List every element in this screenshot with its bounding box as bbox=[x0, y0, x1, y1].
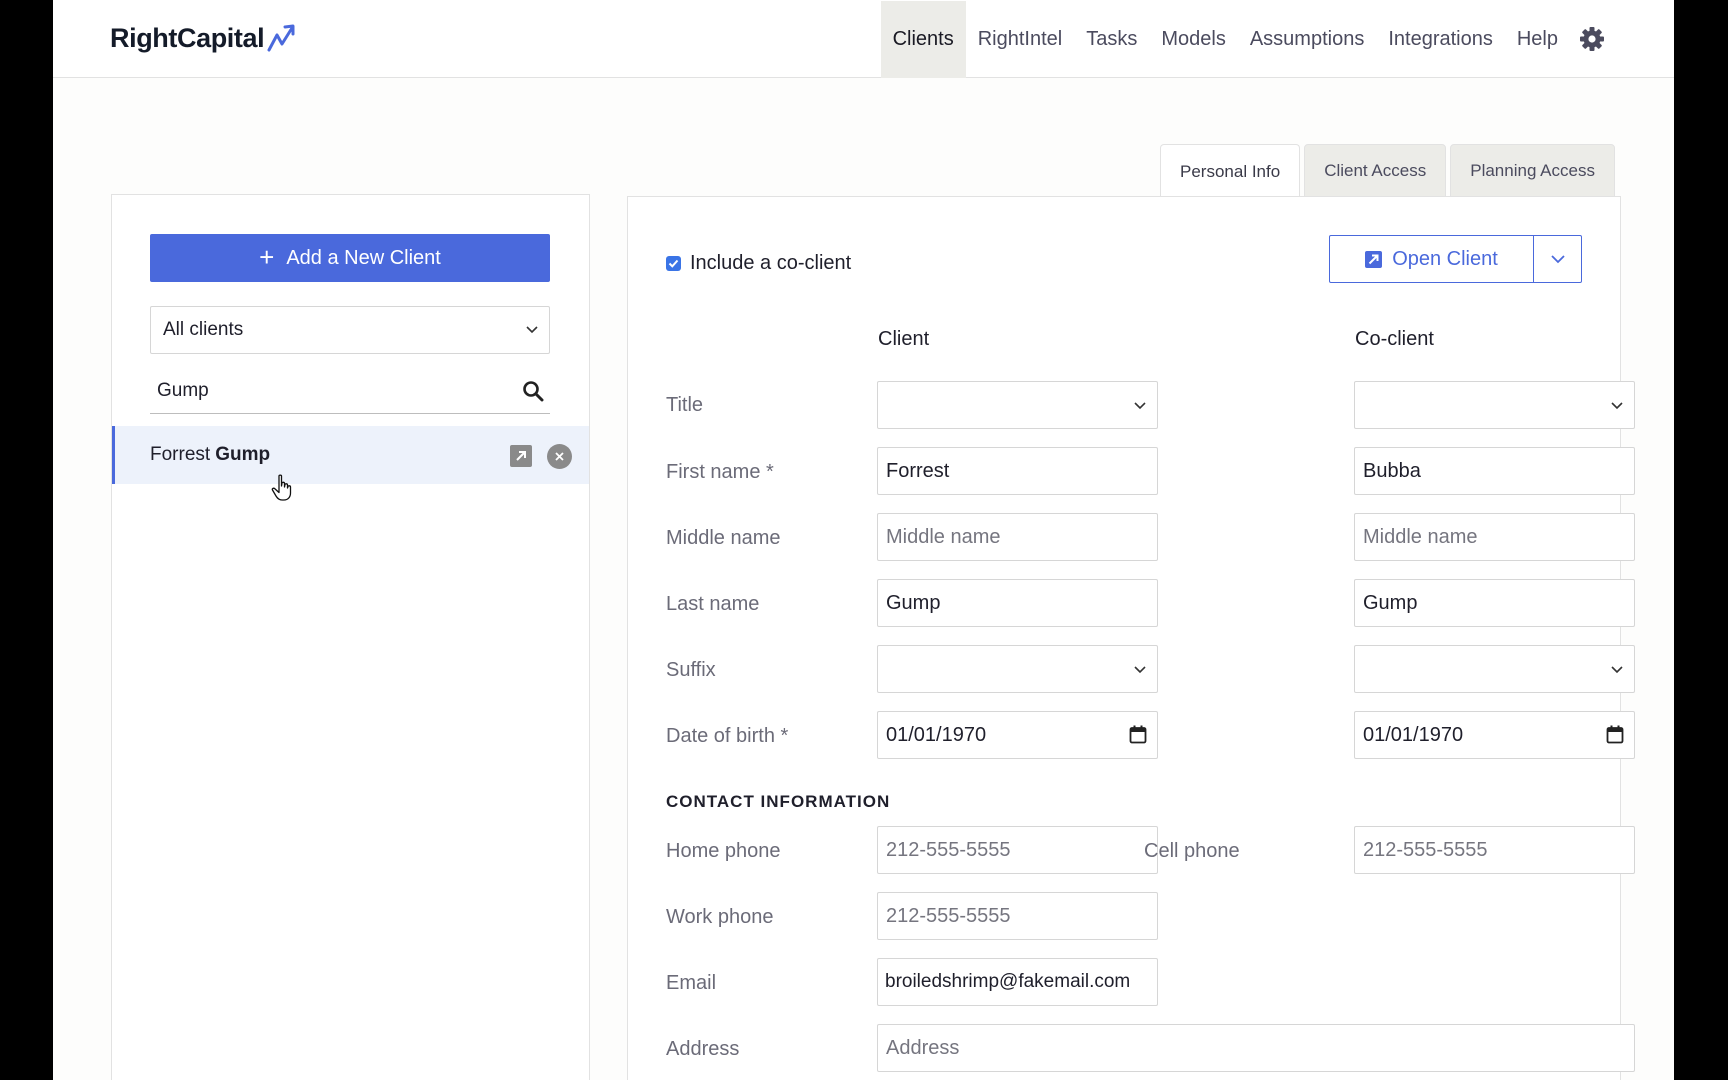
include-coclient-label: Include a co-client bbox=[690, 252, 852, 274]
client-filter-select[interactable]: All clients bbox=[150, 306, 550, 354]
client-search-input[interactable] bbox=[157, 379, 497, 402]
coclient-last-name-input[interactable]: Gump bbox=[1354, 579, 1635, 627]
client-first-name: Forrest bbox=[150, 444, 211, 465]
add-new-client-button[interactable]: + Add a New Client bbox=[150, 234, 550, 282]
cell-phone-label: Cell phone bbox=[1144, 840, 1240, 862]
hand-cursor-icon bbox=[271, 474, 292, 501]
calendar-icon[interactable] bbox=[1606, 725, 1624, 744]
gear-icon[interactable] bbox=[1572, 1, 1612, 78]
nav-assumptions[interactable]: Assumptions bbox=[1238, 1, 1377, 78]
open-client-button[interactable]: Open Client bbox=[1330, 236, 1534, 282]
top-header: RightCapital Clients RightIntel Tasks Mo… bbox=[53, 0, 1674, 78]
nav-models[interactable]: Models bbox=[1149, 1, 1237, 78]
personal-info-form: Include a co-client Open Client Client C… bbox=[627, 196, 1635, 1080]
last-name-label: Last name bbox=[666, 593, 760, 615]
contact-section-title: CONTACT INFORMATION bbox=[666, 792, 891, 811]
nav-integrations[interactable]: Integrations bbox=[1376, 1, 1505, 78]
email-label: Email bbox=[666, 972, 717, 994]
client-search bbox=[150, 368, 550, 414]
work-phone-label: Work phone bbox=[666, 906, 774, 928]
address-label: Address bbox=[666, 1038, 740, 1060]
client-dob-input[interactable]: 01/01/1970 bbox=[877, 711, 1158, 759]
open-client-split-button: Open Client bbox=[1329, 235, 1582, 283]
remove-client-icon[interactable] bbox=[547, 444, 572, 469]
client-filter-value: All clients bbox=[163, 319, 244, 340]
client-list-panel: + Add a New Client All clients Forrest G… bbox=[111, 194, 590, 1080]
search-icon[interactable] bbox=[522, 380, 544, 402]
client-last-name: Gump bbox=[215, 444, 271, 465]
coclient-first-name-input[interactable]: Bubba bbox=[1354, 447, 1635, 495]
open-client-dropdown[interactable] bbox=[1534, 236, 1581, 282]
client-first-name-input[interactable]: Forrest bbox=[877, 447, 1158, 495]
client-title-select[interactable] bbox=[877, 381, 1158, 429]
work-phone-input[interactable]: 212-555-5555 bbox=[877, 892, 1158, 940]
cell-phone-input[interactable]: 212-555-5555 bbox=[1354, 826, 1635, 874]
client-tabs: Personal Info Client Access Planning Acc… bbox=[1160, 144, 1615, 199]
suffix-label: Suffix bbox=[666, 659, 716, 681]
coclient-dob-value: 01/01/1970 bbox=[1363, 723, 1464, 746]
calendar-icon[interactable] bbox=[1129, 725, 1147, 744]
logo-arrow-icon bbox=[267, 24, 295, 52]
app-logo[interactable]: RightCapital bbox=[110, 18, 298, 58]
app-window: RightCapital Clients RightIntel Tasks Mo… bbox=[53, 0, 1674, 1080]
client-suffix-select[interactable] bbox=[877, 645, 1158, 693]
logo-text: RightCapital bbox=[110, 22, 265, 53]
chevron-down-icon bbox=[1134, 666, 1146, 674]
client-last-name-input[interactable]: Gump bbox=[877, 579, 1158, 627]
plus-icon: + bbox=[259, 242, 275, 272]
email-field[interactable]: broiledshrimp@fakemail.com bbox=[877, 958, 1158, 1006]
title-label: Title bbox=[666, 394, 704, 416]
nav-clients[interactable]: Clients bbox=[880, 0, 966, 78]
add-new-client-label: Add a New Client bbox=[286, 246, 441, 269]
chevron-down-icon bbox=[1134, 402, 1146, 410]
nav-help[interactable]: Help bbox=[1505, 1, 1570, 78]
open-external-icon[interactable] bbox=[510, 445, 532, 467]
include-coclient-checkbox[interactable]: Include a co-client bbox=[666, 252, 851, 275]
nav-rightintel[interactable]: RightIntel bbox=[966, 1, 1075, 78]
coclient-dob-input[interactable]: 01/01/1970 bbox=[1354, 711, 1635, 759]
home-phone-input[interactable]: 212-555-5555 bbox=[877, 826, 1158, 874]
tab-personal-info[interactable]: Personal Info bbox=[1160, 144, 1301, 199]
chevron-down-icon bbox=[1611, 666, 1623, 674]
client-list-item[interactable]: Forrest Gump bbox=[112, 426, 589, 484]
coclient-column-header: Co-client bbox=[1355, 328, 1434, 350]
home-phone-label: Home phone bbox=[666, 840, 781, 862]
chevron-down-icon bbox=[1550, 255, 1565, 264]
client-middle-name-input[interactable]: Middle name bbox=[877, 513, 1158, 561]
client-column-header: Client bbox=[878, 328, 930, 350]
tab-client-access[interactable]: Client Access bbox=[1304, 144, 1447, 198]
coclient-suffix-select[interactable] bbox=[1354, 645, 1635, 693]
checkbox-checked-icon[interactable] bbox=[666, 256, 681, 271]
client-dob-value: 01/01/1970 bbox=[886, 723, 987, 746]
main-nav: Clients RightIntel Tasks Models Assumpti… bbox=[880, 0, 1674, 78]
chevron-down-icon bbox=[1611, 402, 1623, 410]
tab-planning-access[interactable]: Planning Access bbox=[1450, 144, 1615, 198]
open-client-label: Open Client bbox=[1392, 247, 1498, 270]
nav-tasks[interactable]: Tasks bbox=[1074, 1, 1149, 78]
chevron-down-icon bbox=[526, 326, 538, 334]
first-name-label: First name * bbox=[666, 461, 774, 483]
coclient-middle-name-input[interactable]: Middle name bbox=[1354, 513, 1635, 561]
address-input[interactable]: Address bbox=[877, 1024, 1635, 1072]
open-external-icon bbox=[1365, 250, 1383, 268]
dob-label: Date of birth * bbox=[666, 725, 789, 747]
middle-name-label: Middle name bbox=[666, 527, 781, 549]
coclient-title-select[interactable] bbox=[1354, 381, 1635, 429]
